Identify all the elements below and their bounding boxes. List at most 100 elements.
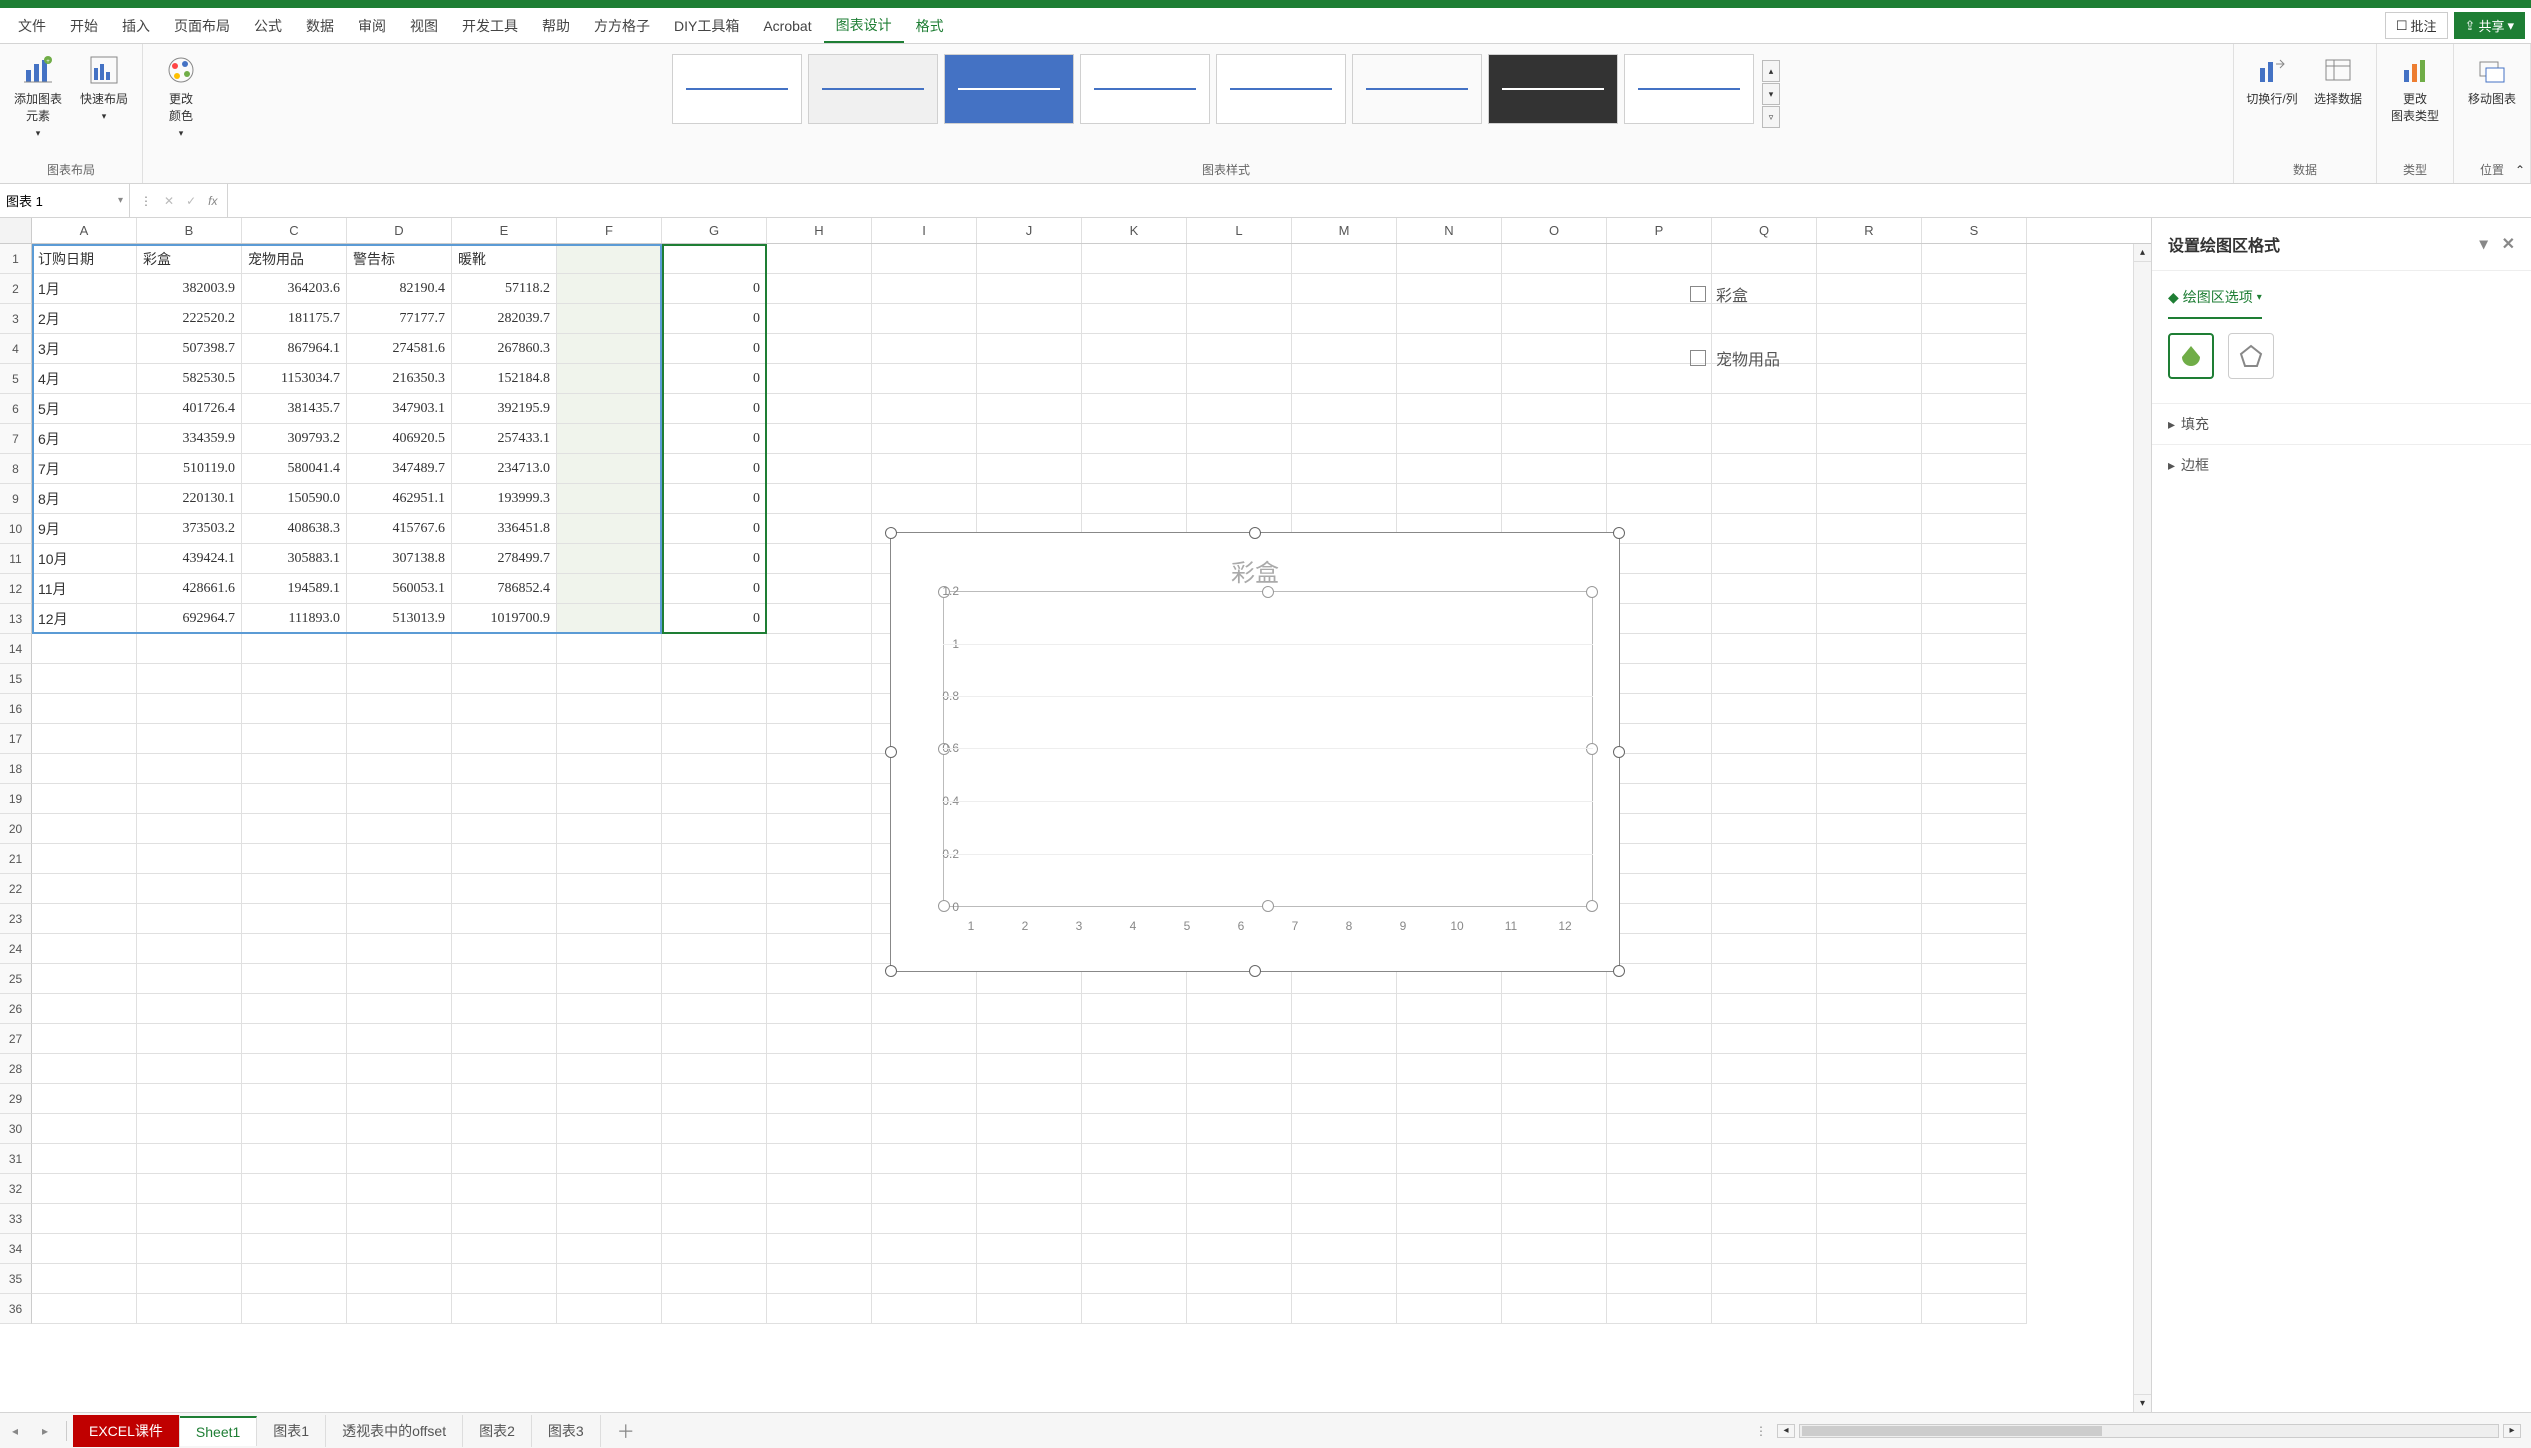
row-header[interactable]: 28	[0, 1054, 32, 1084]
row-header[interactable]: 15	[0, 664, 32, 694]
cell[interactable]	[1922, 1264, 2027, 1294]
cell[interactable]	[1607, 574, 1712, 604]
col-header[interactable]: O	[1502, 218, 1607, 243]
chart-style-1[interactable]	[672, 54, 802, 124]
cell[interactable]	[1712, 694, 1817, 724]
cell[interactable]	[1502, 994, 1607, 1024]
cell[interactable]	[1082, 454, 1187, 484]
cell[interactable]	[1922, 1294, 2027, 1324]
cell[interactable]	[1082, 484, 1187, 514]
cell[interactable]	[1082, 994, 1187, 1024]
cell[interactable]	[32, 694, 137, 724]
cell[interactable]	[1922, 1204, 2027, 1234]
cell[interactable]	[662, 964, 767, 994]
cell[interactable]	[557, 334, 662, 364]
cell[interactable]	[1712, 634, 1817, 664]
cell[interactable]: 111893.0	[242, 604, 347, 634]
cell[interactable]: 10月	[32, 544, 137, 574]
cell[interactable]: 867964.1	[242, 334, 347, 364]
cell[interactable]	[1397, 1084, 1502, 1114]
cell[interactable]	[1817, 964, 1922, 994]
cell[interactable]	[1502, 454, 1607, 484]
cell[interactable]	[1712, 454, 1817, 484]
cell[interactable]	[452, 844, 557, 874]
cell[interactable]	[32, 1264, 137, 1294]
cell[interactable]	[137, 904, 242, 934]
cell[interactable]	[242, 1204, 347, 1234]
cell[interactable]	[32, 1084, 137, 1114]
cell[interactable]	[242, 814, 347, 844]
cell[interactable]	[1817, 904, 1922, 934]
cell[interactable]: 5月	[32, 394, 137, 424]
cell[interactable]	[1397, 454, 1502, 484]
cell[interactable]	[1607, 1114, 1712, 1144]
cell[interactable]	[1817, 784, 1922, 814]
cell[interactable]	[872, 994, 977, 1024]
cell[interactable]: 0	[662, 454, 767, 484]
tab-view[interactable]: 视图	[398, 10, 450, 42]
cell[interactable]	[1187, 364, 1292, 394]
cell[interactable]	[1922, 484, 2027, 514]
cell[interactable]: 428661.6	[137, 574, 242, 604]
select-all-corner[interactable]	[0, 218, 32, 243]
cell[interactable]	[347, 904, 452, 934]
cell[interactable]	[1187, 454, 1292, 484]
row-header[interactable]: 18	[0, 754, 32, 784]
cell[interactable]	[557, 1264, 662, 1294]
vertical-scrollbar[interactable]: ▴ ▾	[2133, 244, 2151, 1412]
cell[interactable]	[977, 1234, 1082, 1264]
cell[interactable]: 0	[662, 514, 767, 544]
cell[interactable]: 282039.7	[452, 304, 557, 334]
sheet-tab[interactable]: 透视表中的offset	[326, 1415, 463, 1447]
cell[interactable]	[557, 454, 662, 484]
col-header[interactable]: S	[1922, 218, 2027, 243]
cell[interactable]	[1292, 1054, 1397, 1084]
cell[interactable]	[1607, 1174, 1712, 1204]
cell[interactable]	[1607, 634, 1712, 664]
cell[interactable]	[1922, 844, 2027, 874]
cell[interactable]: 309793.2	[242, 424, 347, 454]
cell[interactable]	[1607, 424, 1712, 454]
cell[interactable]	[767, 364, 872, 394]
cell[interactable]	[1712, 1084, 1817, 1114]
cell[interactable]	[452, 724, 557, 754]
cell[interactable]	[1502, 1144, 1607, 1174]
cell[interactable]	[1922, 784, 2027, 814]
sheet-tab[interactable]: Sheet1	[180, 1416, 257, 1446]
cell[interactable]	[1502, 424, 1607, 454]
row-header[interactable]: 5	[0, 364, 32, 394]
cell[interactable]	[1082, 1144, 1187, 1174]
cell[interactable]	[872, 1174, 977, 1204]
cell[interactable]: 0	[662, 334, 767, 364]
cell[interactable]	[557, 394, 662, 424]
sheet-tab[interactable]: EXCEL课件	[73, 1415, 180, 1447]
cell[interactable]	[662, 1234, 767, 1264]
row-header[interactable]: 7	[0, 424, 32, 454]
cell[interactable]	[557, 1054, 662, 1084]
cell[interactable]	[137, 1264, 242, 1294]
cell[interactable]	[137, 1294, 242, 1324]
cell[interactable]	[662, 1174, 767, 1204]
cell[interactable]	[1712, 1204, 1817, 1234]
tab-ffgz[interactable]: 方方格子	[582, 10, 662, 42]
cell[interactable]	[137, 1204, 242, 1234]
cell[interactable]	[1712, 424, 1817, 454]
cell[interactable]	[1082, 1234, 1187, 1264]
cell[interactable]	[452, 1234, 557, 1264]
cell[interactable]	[1502, 334, 1607, 364]
chart-title[interactable]: 彩盒	[891, 553, 1619, 588]
cell[interactable]	[662, 1054, 767, 1084]
cell[interactable]	[1922, 634, 2027, 664]
cell[interactable]: 0	[662, 304, 767, 334]
chart-style-5[interactable]	[1216, 54, 1346, 124]
cell[interactable]	[1817, 1114, 1922, 1144]
name-box-input[interactable]	[6, 193, 86, 208]
cell[interactable]	[347, 754, 452, 784]
cell[interactable]	[557, 514, 662, 544]
cell[interactable]	[1397, 334, 1502, 364]
cell[interactable]	[1712, 964, 1817, 994]
cell[interactable]	[1607, 994, 1712, 1024]
tab-data[interactable]: 数据	[294, 10, 346, 42]
cell[interactable]	[557, 844, 662, 874]
cell[interactable]: 381435.7	[242, 394, 347, 424]
